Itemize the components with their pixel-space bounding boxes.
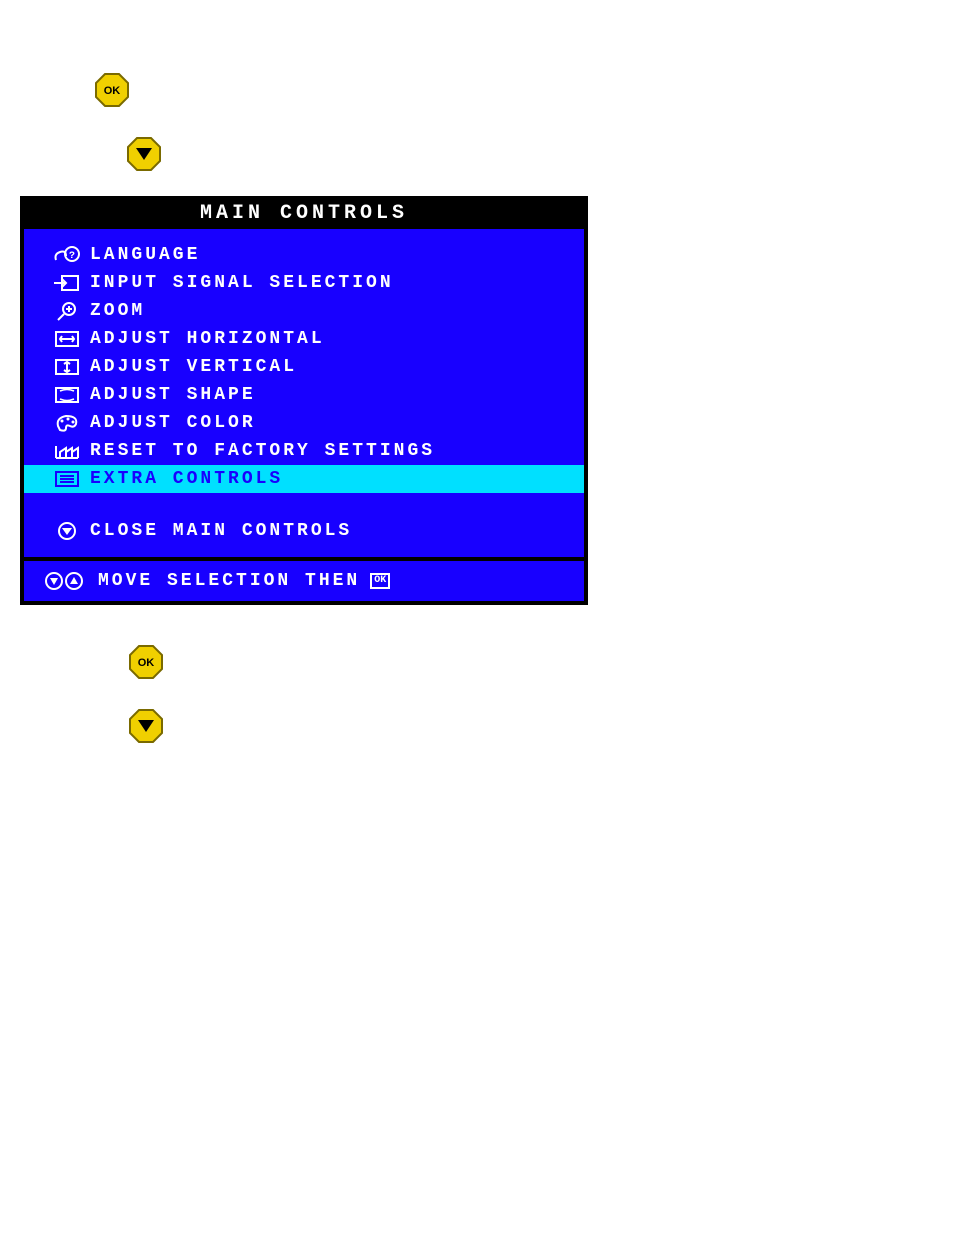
input-signal-icon: [44, 272, 90, 294]
menu-item-label: CLOSE MAIN CONTROLS: [90, 521, 352, 541]
menu-item-label: LANGUAGE: [90, 245, 200, 265]
down-button[interactable]: [126, 136, 162, 172]
osd-footer-text: MOVE SELECTION THEN OK: [98, 571, 390, 591]
adjust-shape-icon: [44, 384, 90, 406]
ok-button[interactable]: OK: [128, 644, 164, 680]
close-down-icon: [44, 520, 90, 542]
adjust-color-icon: [44, 412, 90, 434]
menu-item-close[interactable]: CLOSE MAIN CONTROLS: [24, 517, 584, 545]
menu-item-label: ZOOM: [90, 301, 145, 321]
menu-item-extra-controls[interactable]: EXTRA CONTROLS: [24, 465, 584, 493]
down-button[interactable]: [128, 708, 164, 744]
ok-button[interactable]: OK: [94, 72, 130, 108]
extra-controls-icon: [44, 468, 90, 490]
osd-title: MAIN CONTROLS: [24, 200, 584, 229]
menu-item-label: ADJUST SHAPE: [90, 385, 256, 405]
menu-item-reset-factory[interactable]: RESET TO FACTORY SETTINGS: [24, 437, 584, 465]
menu-item-label: RESET TO FACTORY SETTINGS: [90, 441, 435, 461]
menu-item-adjust-color[interactable]: ADJUST COLOR: [24, 409, 584, 437]
ok-icon: OK: [370, 573, 390, 589]
zoom-icon: [44, 300, 90, 322]
factory-icon: [44, 440, 90, 462]
osd-main-controls: MAIN CONTROLS ? LANGUAGE INPUT SIGNAL S: [20, 196, 588, 605]
adjust-horizontal-icon: [44, 328, 90, 350]
menu-item-label: ADJUST HORIZONTAL: [90, 329, 325, 349]
language-icon: ?: [44, 244, 90, 266]
menu-item-label: EXTRA CONTROLS: [90, 469, 283, 489]
menu-item-label: INPUT SIGNAL SELECTION: [90, 273, 394, 293]
menu-item-adjust-shape[interactable]: ADJUST SHAPE: [24, 381, 584, 409]
footer-text: MOVE SELECTION THEN: [98, 571, 360, 591]
menu-item-adjust-horizontal[interactable]: ADJUST HORIZONTAL: [24, 325, 584, 353]
svg-text:?: ?: [69, 251, 75, 262]
osd-footer: MOVE SELECTION THEN OK: [24, 561, 584, 601]
svg-text:OK: OK: [104, 85, 121, 97]
menu-item-zoom[interactable]: ZOOM: [24, 297, 584, 325]
menu-item-input-signal[interactable]: INPUT SIGNAL SELECTION: [24, 269, 584, 297]
menu-item-label: ADJUST COLOR: [90, 413, 256, 433]
svg-text:OK: OK: [138, 657, 155, 669]
menu-item-label: ADJUST VERTICAL: [90, 357, 297, 377]
menu-item-adjust-vertical[interactable]: ADJUST VERTICAL: [24, 353, 584, 381]
menu-item-language[interactable]: ? LANGUAGE: [24, 241, 584, 269]
osd-body: ? LANGUAGE INPUT SIGNAL SELECTION: [24, 229, 584, 557]
adjust-vertical-icon: [44, 356, 90, 378]
up-down-icons: [44, 571, 84, 591]
